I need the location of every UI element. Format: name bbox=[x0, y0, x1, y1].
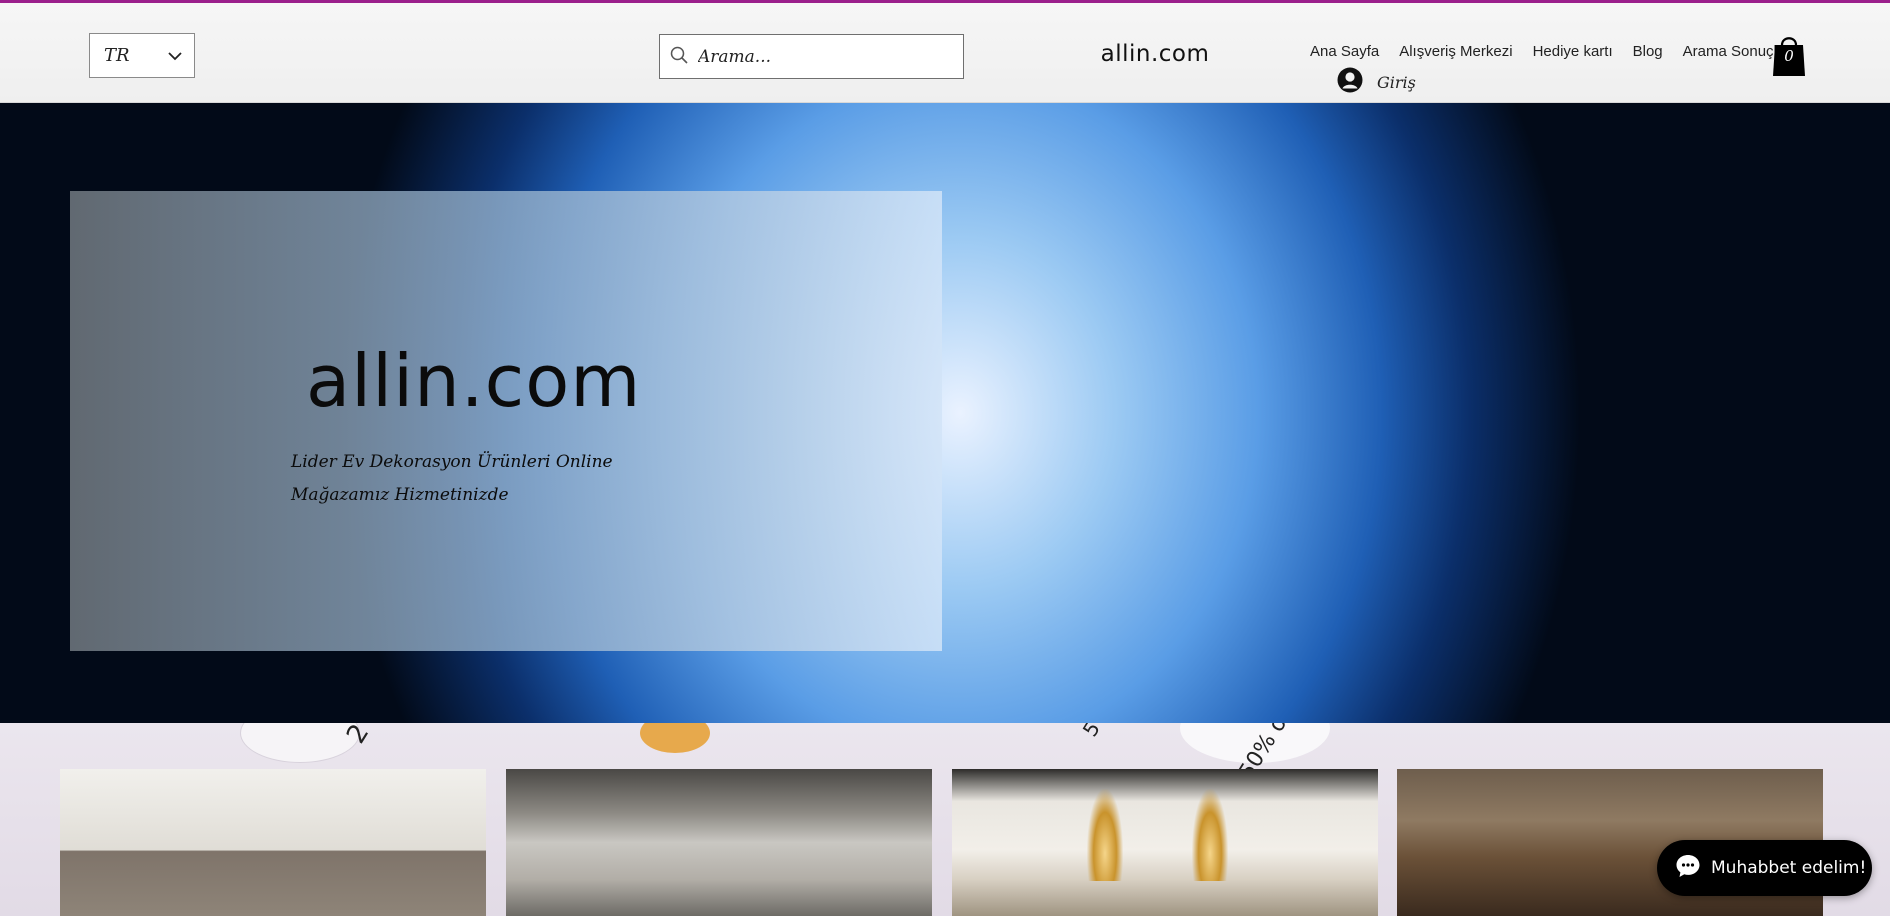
hero-subtitle: Lider Ev Dekorasyon Ürünleri Online Mağa… bbox=[291, 452, 613, 505]
chandelier-left-decor bbox=[1087, 789, 1123, 881]
language-selector[interactable]: TR bbox=[89, 33, 195, 78]
product-card-1[interactable] bbox=[60, 769, 486, 916]
product-card-2[interactable] bbox=[506, 769, 932, 916]
hero-text-box: allin.com Lider Ev Dekorasyon Ürünleri O… bbox=[70, 191, 942, 651]
chevron-down-icon bbox=[168, 46, 182, 65]
search-icon bbox=[670, 46, 688, 68]
chandelier-right-decor bbox=[1192, 789, 1228, 881]
cart-button[interactable]: 0 bbox=[1772, 33, 1806, 77]
nav-item-shopping-center[interactable]: Alışveriş Merkezi bbox=[1389, 43, 1522, 60]
search-box[interactable] bbox=[659, 34, 964, 79]
nav-item-gift-card[interactable]: Hediye kartı bbox=[1523, 43, 1623, 60]
main-nav: Ana Sayfa Alışveriş Merkezi Hediye kartı… bbox=[1300, 43, 1804, 60]
chat-button[interactable]: Muhabbet edelim! bbox=[1657, 840, 1872, 896]
login-label: Giriş bbox=[1377, 72, 1416, 92]
cart-count: 0 bbox=[1784, 47, 1794, 65]
product-card-3[interactable] bbox=[952, 769, 1378, 916]
header-brand-logo[interactable]: allin.com bbox=[1100, 41, 1210, 67]
site-header: TR allin.com Ana Sayfa Alışveriş Merkezi… bbox=[0, 3, 1890, 103]
nav-item-blog[interactable]: Blog bbox=[1623, 43, 1673, 60]
hero-title: allin.com bbox=[306, 339, 642, 423]
nav-item-home[interactable]: Ana Sayfa bbox=[1300, 43, 1389, 60]
decor-amber-shape bbox=[640, 723, 710, 753]
decor-text-2: 5 bbox=[1077, 723, 1105, 741]
hero-banner: allin.com Lider Ev Dekorasyon Ürünleri O… bbox=[0, 103, 1890, 723]
search-input[interactable] bbox=[698, 46, 948, 67]
chat-bubble-icon bbox=[1675, 853, 1701, 883]
chat-label: Muhabbet edelim! bbox=[1711, 858, 1867, 878]
decor-bottle-shape bbox=[240, 723, 360, 763]
language-value: TR bbox=[104, 45, 130, 66]
user-avatar-icon bbox=[1337, 67, 1363, 97]
login-button[interactable]: Giriş bbox=[1337, 67, 1416, 97]
